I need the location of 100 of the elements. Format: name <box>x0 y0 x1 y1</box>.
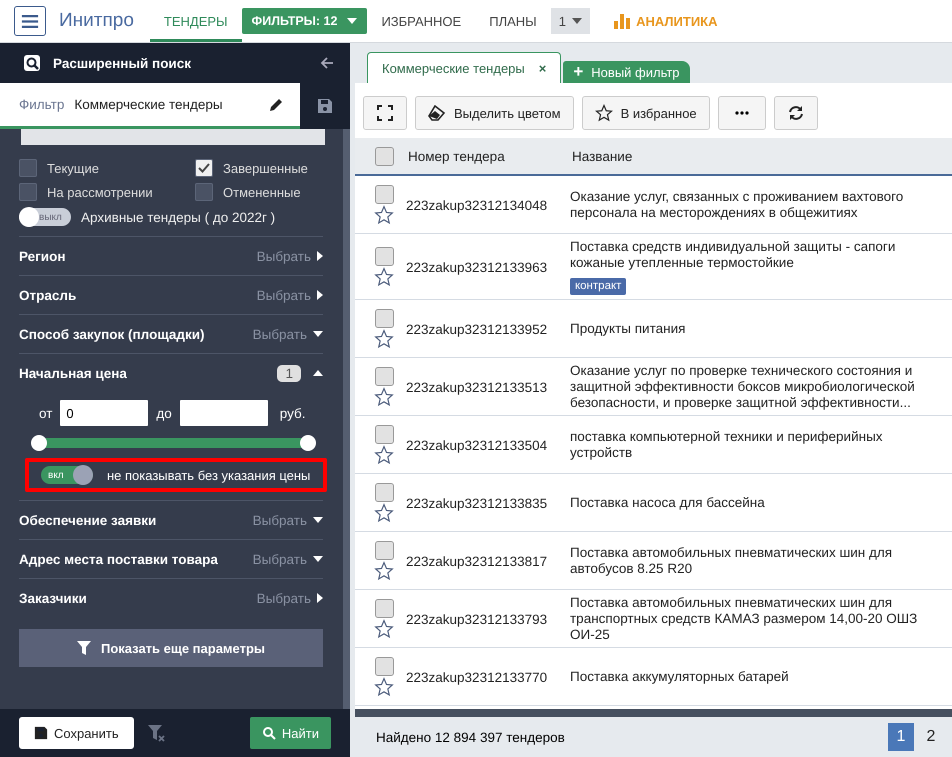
filter-section[interactable]: Регион Выбрать <box>19 236 323 275</box>
highlight-color-button[interactable]: Выделить цветом <box>415 96 574 130</box>
caret-icon <box>317 290 323 300</box>
tender-title[interactable]: Продукты питания <box>570 321 686 337</box>
column-header[interactable]: Номер тендера <box>408 148 572 164</box>
tender-number[interactable]: 223zakup32312133513 <box>406 380 570 394</box>
tender-title[interactable]: Поставка автомобильных пневматических шин для транспортных средств КАМАЗ размером 14,00-20 ОШЗ ОИ-25 <box>570 595 944 643</box>
funnel-icon <box>76 641 91 655</box>
toggle-label: не показывать без указания цены <box>107 468 310 482</box>
menu-icon <box>21 14 39 28</box>
toggle-label: Архивные тендеры ( до 2022г ) <box>81 210 276 224</box>
status-checkbox[interactable]: Завершенные <box>195 159 323 177</box>
find-button[interactable]: Найти <box>250 717 331 749</box>
filters-dropdown[interactable]: ФИЛЬТРЫ: 12 <box>242 8 368 34</box>
star-icon[interactable] <box>374 267 394 287</box>
price-section-header[interactable]: Начальная цена 1 <box>19 353 323 392</box>
tender-number[interactable]: 223zakup32312133793 <box>406 612 570 626</box>
filter-tab[interactable]: Коммерческие тендеры × <box>367 52 562 83</box>
fullscreen-button[interactable] <box>363 96 407 130</box>
filter-label: Фильтр <box>19 97 64 112</box>
tender-number[interactable]: 223zakup32312133835 <box>406 496 570 510</box>
pencil-icon[interactable] <box>268 96 284 112</box>
menu-button[interactable] <box>14 6 46 36</box>
clear-filter-icon[interactable] <box>148 724 166 742</box>
nav-tab[interactable]: ПЛАНЫ <box>475 0 551 42</box>
row-checkbox[interactable] <box>374 657 394 676</box>
tender-title[interactable]: Оказание услуг, связанных с проживанием вахтового персонала на месторождениях в общежитиях <box>570 189 944 221</box>
filter-section[interactable]: Заказчики Выбрать <box>19 578 323 617</box>
dots-icon <box>734 111 749 115</box>
row-checkbox[interactable] <box>374 599 394 618</box>
row-checkbox[interactable] <box>374 309 394 328</box>
tender-title[interactable]: поставка компьютерной техники и периферийных устройств <box>570 429 944 461</box>
star-icon[interactable] <box>374 387 394 407</box>
from-label: от <box>39 406 52 420</box>
filter-section[interactable]: Способ закупок (площадки) Выбрать <box>19 314 323 353</box>
status-checkbox[interactable]: Текущие <box>19 159 195 177</box>
currency-label: руб. <box>280 406 306 420</box>
price-to-input[interactable] <box>180 400 268 426</box>
caret-icon <box>317 593 323 603</box>
filter-section[interactable]: Адрес места поставки товара Выбрать <box>19 539 323 578</box>
star-icon[interactable] <box>374 561 394 581</box>
tender-number[interactable]: 223zakup32312133770 <box>406 670 570 684</box>
archive-toggle[interactable]: выкл <box>19 208 71 226</box>
star-icon[interactable] <box>374 619 394 639</box>
star-icon[interactable] <box>374 677 394 697</box>
row-checkbox[interactable] <box>374 185 394 204</box>
tender-title[interactable]: Поставка насоса для бассейна <box>570 495 765 511</box>
tender-number[interactable]: 223zakup32312133952 <box>406 322 570 336</box>
column-header[interactable]: Название <box>572 148 952 164</box>
favorite-button[interactable]: В избранное <box>582 96 710 130</box>
tender-number[interactable]: 223zakup32312133504 <box>406 438 570 452</box>
row-checkbox[interactable] <box>374 483 394 502</box>
bar-chart-icon <box>614 14 630 28</box>
star-icon[interactable] <box>374 205 394 225</box>
page-link[interactable]: 2 <box>918 723 944 751</box>
more-params-button[interactable]: Показать еще параметры <box>19 629 323 667</box>
checkmark-icon <box>198 163 210 173</box>
tender-number[interactable]: 223zakup32312134048 <box>406 198 570 212</box>
back-arrow-icon[interactable] <box>320 56 334 70</box>
page-link[interactable]: 1 <box>888 723 914 751</box>
status-checkbox[interactable]: На рассмотрении <box>19 183 195 201</box>
caret-icon <box>313 517 323 523</box>
row-checkbox[interactable] <box>374 367 394 386</box>
status-checkbox[interactable]: Отмененные <box>195 183 323 201</box>
select-all-checkbox[interactable] <box>375 146 394 166</box>
close-icon[interactable]: × <box>538 60 546 76</box>
tender-number[interactable]: 223zakup32312133963 <box>406 260 570 274</box>
caret-icon <box>313 370 323 376</box>
caret-icon <box>313 556 323 562</box>
tender-title[interactable]: Поставка средств индивидуальной защиты - сапоги кожаные утепленные термостойкие <box>570 239 944 271</box>
paint-bucket-icon <box>428 105 446 121</box>
star-icon <box>594 104 613 122</box>
nav-tab[interactable]: ИЗБРАННОЕ <box>367 0 476 42</box>
no-price-toggle[interactable]: вкл <box>41 466 93 484</box>
row-checkbox[interactable] <box>374 247 394 266</box>
search-field[interactable] <box>21 129 325 145</box>
price-from-input[interactable]: 0 <box>60 400 148 426</box>
tender-title[interactable]: Поставка аккумуляторных батарей <box>570 669 789 685</box>
results-count: Найдено 12 894 397 тендеров <box>376 730 565 744</box>
slider-thumb[interactable] <box>31 435 47 451</box>
star-icon[interactable] <box>374 329 394 349</box>
save-button[interactable]: Сохранить <box>19 717 134 749</box>
filter-section[interactable]: Обеспечение заявки Выбрать <box>19 500 323 539</box>
plus-icon: + <box>573 62 584 82</box>
row-checkbox[interactable] <box>374 541 394 560</box>
caret-icon <box>347 18 358 24</box>
refresh-button[interactable] <box>774 96 818 130</box>
filter-section[interactable]: Отрасль Выбрать <box>19 275 323 314</box>
tender-number[interactable]: 223zakup32312133817 <box>406 554 570 568</box>
tender-title[interactable]: Оказание услуг по проверке технического состояния и защитной эффективности боксов микробиологической безопасности, и проверке защитной эффективности... <box>570 363 944 411</box>
tender-title[interactable]: Поставка автомобильных пневматических шин для автобусов 8.25 R20 <box>570 545 944 577</box>
filter-name: Коммерческие тендеры <box>74 97 224 112</box>
app-logo: Инитпро <box>59 10 134 32</box>
slider-thumb[interactable] <box>300 435 316 451</box>
row-checkbox[interactable] <box>374 425 394 444</box>
plan-select[interactable]: 1 <box>550 8 590 34</box>
star-icon[interactable] <box>374 503 394 523</box>
to-label: до <box>156 406 172 420</box>
star-icon[interactable] <box>374 445 394 465</box>
new-filter-tab[interactable]: + Новый фильтр <box>563 61 690 83</box>
